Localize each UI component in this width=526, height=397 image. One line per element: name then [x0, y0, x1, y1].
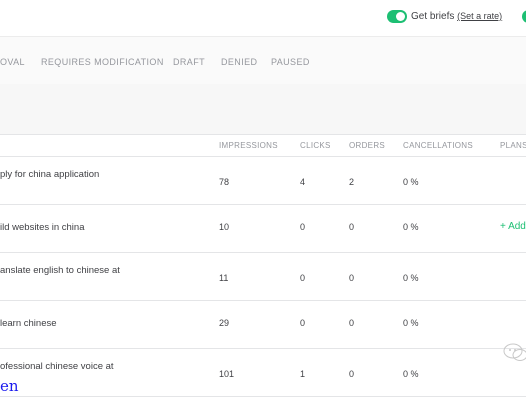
cancellations-value: 0 % [403, 369, 419, 379]
top-bar: Get briefs (Set a rate) [0, 0, 526, 36]
tab-denied[interactable]: DENIED [221, 57, 257, 67]
impressions-value: 11 [219, 273, 229, 283]
gig-status-tabs: OVAL REQUIRES MODIFICATION DRAFT DENIED … [0, 36, 526, 85]
column-header-impressions[interactable]: IMPRESSIONS [219, 141, 278, 150]
column-header-orders[interactable]: ORDERS [349, 141, 385, 150]
overlay-text: en [0, 377, 19, 395]
tab-draft[interactable]: DRAFT [173, 57, 205, 67]
gig-title[interactable]: learn chinese [0, 318, 57, 329]
add-plan-link[interactable]: + Add [500, 221, 526, 232]
gig-title[interactable]: ply for china application [0, 169, 99, 180]
cancellations-value: 0 % [403, 273, 419, 283]
get-briefs-text: Get briefs [411, 11, 455, 22]
clicks-value: 0 [300, 318, 306, 328]
impressions-value: 29 [219, 318, 230, 328]
gig-title[interactable]: anslate english to chinese at [0, 265, 120, 276]
clicks-value: 0 [300, 222, 306, 232]
table-row[interactable]: ofessional chinese voice at 101 1 0 0 % [0, 349, 526, 397]
orders-value: 0 [349, 318, 355, 328]
get-briefs-toggle[interactable] [387, 10, 407, 23]
tab-requires-modification[interactable]: REQUIRES MODIFICATION [41, 57, 164, 67]
gig-title[interactable]: ild websites in china [0, 222, 85, 233]
orders-value: 0 [349, 222, 355, 232]
impressions-value: 10 [219, 222, 230, 232]
cancellations-value: 0 % [403, 318, 419, 328]
table-row[interactable]: ild websites in china 10 0 0 0 % + Add [0, 205, 526, 253]
cancellations-value: 0 % [403, 222, 419, 232]
impressions-value: 78 [219, 177, 230, 187]
orders-value: 0 [349, 369, 355, 379]
second-toggle[interactable] [522, 10, 526, 23]
table-row[interactable]: anslate english to chinese at 11 0 0 0 % [0, 253, 526, 301]
gig-title[interactable]: ofessional chinese voice at [0, 361, 114, 372]
orders-value: 2 [349, 177, 355, 187]
watermark-icon [500, 340, 526, 366]
column-header-plans[interactable]: PLANS [500, 141, 526, 150]
clicks-value: 1 [300, 369, 306, 379]
tab-pending-approval[interactable]: OVAL [0, 57, 25, 67]
table-row[interactable]: ply for china application 78 4 2 0 % [0, 157, 526, 205]
table-row[interactable]: learn chinese 29 0 0 0 % [0, 301, 526, 349]
table-header: IMPRESSIONS CLICKS ORDERS CANCELLATIONS … [0, 135, 526, 157]
get-briefs-label: Get briefs (Set a rate) [411, 11, 502, 22]
toggle-knob [396, 12, 405, 21]
clicks-value: 0 [300, 273, 306, 283]
orders-value: 0 [349, 273, 355, 283]
gigs-table: IMPRESSIONS CLICKS ORDERS CANCELLATIONS … [0, 135, 526, 397]
set-rate-link[interactable]: (Set a rate) [457, 11, 502, 21]
column-header-clicks[interactable]: CLICKS [300, 141, 331, 150]
column-header-cancellations[interactable]: CANCELLATIONS [403, 141, 473, 150]
tab-paused[interactable]: PAUSED [271, 57, 310, 67]
filter-area [0, 84, 526, 135]
impressions-value: 101 [219, 369, 235, 379]
clicks-value: 4 [300, 177, 306, 187]
cancellations-value: 0 % [403, 177, 419, 187]
